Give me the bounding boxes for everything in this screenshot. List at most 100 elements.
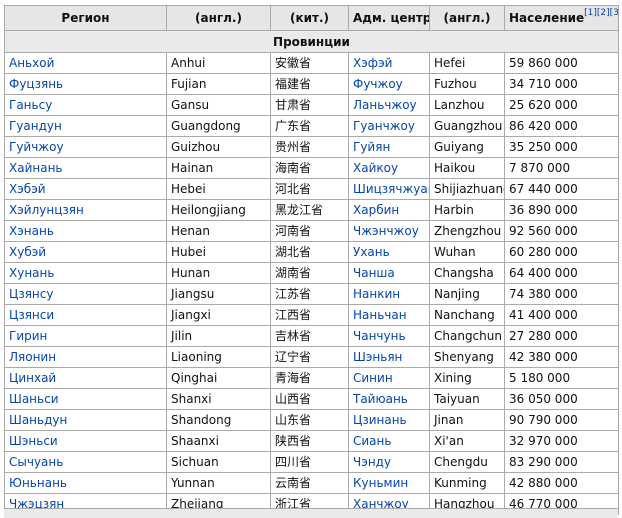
region-link[interactable]: Аньхой bbox=[9, 56, 54, 70]
capital-link-cell: Гуанчжоу bbox=[348, 115, 430, 137]
capital-english: Haikou bbox=[434, 161, 476, 175]
capital-link[interactable]: Чжэнчжоу bbox=[353, 224, 419, 238]
region-chinese-cell: 黑龙江省 bbox=[270, 199, 349, 221]
population-value: 25 620 000 bbox=[509, 98, 578, 112]
population-value-cell: 42 380 000 bbox=[504, 346, 619, 368]
population-value-cell: 83 290 000 bbox=[504, 451, 619, 473]
capital-link[interactable]: Тайюань bbox=[353, 392, 408, 406]
capital-link[interactable]: Чанша bbox=[353, 266, 395, 280]
region-link[interactable]: Ганьсу bbox=[9, 98, 52, 112]
region-link[interactable]: Шэньси bbox=[9, 434, 58, 448]
population-value-cell: 35 250 000 bbox=[504, 136, 619, 158]
region-link[interactable]: Цзянси bbox=[9, 308, 54, 322]
table-row: Гуйчжоу Guizhou 贵州省 Гуйян Guiyang 35 250 000 bbox=[4, 136, 619, 158]
capital-link-cell: Ухань bbox=[348, 241, 430, 263]
capital-link[interactable]: Куньмин bbox=[353, 476, 408, 490]
population-value-cell: 32 970 000 bbox=[504, 430, 619, 452]
capital-link-cell: Сиань bbox=[348, 430, 430, 452]
capital-link[interactable]: Гуйян bbox=[353, 140, 390, 154]
region-english-cell: Guangdong bbox=[166, 115, 271, 137]
region-link-cell: Цинхай bbox=[4, 367, 167, 389]
population-value: 5 180 000 bbox=[509, 371, 571, 385]
capital-link[interactable]: Синин bbox=[353, 371, 393, 385]
region-link[interactable]: Цинхай bbox=[9, 371, 56, 385]
capital-english: Zhengzhou bbox=[434, 224, 502, 238]
population-value: 60 280 000 bbox=[509, 245, 578, 259]
capital-link[interactable]: Ухань bbox=[353, 245, 390, 259]
region-link[interactable]: Шаньдун bbox=[9, 413, 67, 427]
region-link[interactable]: Гуандун bbox=[9, 119, 62, 133]
region-chinese: 安徽省 bbox=[275, 56, 312, 70]
capital-english: Kunming bbox=[434, 476, 487, 490]
region-link[interactable]: Юньнань bbox=[9, 476, 67, 490]
region-link[interactable]: Хайнань bbox=[9, 161, 63, 175]
region-link-cell: Сычуань bbox=[4, 451, 167, 473]
region-link[interactable]: Гирин bbox=[9, 329, 47, 343]
table-row: Хайнань Hainan 海南省 Хайкоу Haikou 7 870 000 bbox=[4, 157, 619, 179]
capital-link[interactable]: Нанкин bbox=[353, 287, 400, 301]
population-value-cell: 90 790 000 bbox=[504, 409, 619, 431]
capital-english-cell: Changsha bbox=[429, 262, 505, 284]
capital-link[interactable]: Харбин bbox=[353, 203, 399, 217]
region-english: Shaanxi bbox=[171, 434, 219, 448]
capital-link[interactable]: Шицзячжуан bbox=[353, 182, 429, 196]
capital-link[interactable]: Сиань bbox=[353, 434, 391, 448]
population-value: 41 400 000 bbox=[509, 308, 578, 322]
region-link[interactable]: Ляонин bbox=[9, 350, 56, 364]
capital-link[interactable]: Хэфэй bbox=[353, 56, 392, 70]
capital-english: Xi'an bbox=[434, 434, 464, 448]
table-row: Хэнань Henan 河南省 Чжэнчжоу Zhengzhou 92 560 00… bbox=[4, 220, 619, 242]
region-english-cell: Guizhou bbox=[166, 136, 271, 158]
region-english: Yunnan bbox=[171, 476, 215, 490]
region-english: Hebei bbox=[171, 182, 206, 196]
ref-link-1[interactable]: [1] bbox=[584, 8, 597, 18]
region-link[interactable]: Цзянсу bbox=[9, 287, 53, 301]
population-value-cell: 59 860 000 bbox=[504, 52, 619, 74]
region-link[interactable]: Гуйчжоу bbox=[9, 140, 64, 154]
population-value: 86 420 000 bbox=[509, 119, 578, 133]
region-link[interactable]: Фуцзянь bbox=[9, 77, 63, 91]
capital-link[interactable]: Чэнду bbox=[353, 455, 391, 469]
region-chinese: 广东省 bbox=[275, 119, 312, 133]
capital-english: Changsha bbox=[434, 266, 494, 280]
table-row: Шаньдун Shandong 山东省 Цзинань Jinan 90 790 000 bbox=[4, 409, 619, 431]
capital-link[interactable]: Ланьчжоу bbox=[353, 98, 417, 112]
capital-link[interactable]: Цзинань bbox=[353, 413, 407, 427]
capital-link[interactable]: Шэньян bbox=[353, 350, 402, 364]
region-link[interactable]: Хэбэй bbox=[9, 182, 46, 196]
capital-link[interactable]: Хайкоу bbox=[353, 161, 398, 175]
region-english: Gansu bbox=[171, 98, 210, 112]
population-value: 90 790 000 bbox=[509, 413, 578, 427]
region-chinese-cell: 陕西省 bbox=[270, 430, 349, 452]
capital-link-cell: Наньчан bbox=[348, 304, 430, 326]
population-value: 35 250 000 bbox=[509, 140, 578, 154]
region-chinese-cell: 湖北省 bbox=[270, 241, 349, 263]
population-value-cell: 34 710 000 bbox=[504, 73, 619, 95]
region-link[interactable]: Хэйлунцзян bbox=[9, 203, 84, 217]
region-link[interactable]: Хэнань bbox=[9, 224, 54, 238]
region-english: Liaoning bbox=[171, 350, 222, 364]
capital-english-cell: Lanzhou bbox=[429, 94, 505, 116]
capital-link-cell: Фучжоу bbox=[348, 73, 430, 95]
region-english: Shandong bbox=[171, 413, 232, 427]
region-link[interactable]: Шаньси bbox=[9, 392, 59, 406]
table-row: Фуцзянь Fujian 福建省 Фучжоу Fuzhou 34 710 000 bbox=[4, 73, 619, 95]
capital-link[interactable]: Чанчунь bbox=[353, 329, 406, 343]
ref-link-3[interactable]: [3] bbox=[610, 8, 618, 18]
capital-link-cell: Гуйян bbox=[348, 136, 430, 158]
region-link[interactable]: Хубэй bbox=[9, 245, 46, 259]
region-chinese: 山东省 bbox=[275, 413, 312, 427]
region-chinese-cell: 山东省 bbox=[270, 409, 349, 431]
capital-english-cell: Nanchang bbox=[429, 304, 505, 326]
region-chinese: 海南省 bbox=[275, 161, 312, 175]
region-link[interactable]: Сычуань bbox=[9, 455, 63, 469]
capital-link[interactable]: Наньчан bbox=[353, 308, 407, 322]
region-english: Hunan bbox=[171, 266, 211, 280]
capital-link[interactable]: Гуанчжоу bbox=[353, 119, 415, 133]
region-chinese-cell: 云南省 bbox=[270, 472, 349, 494]
capital-link[interactable]: Фучжоу bbox=[353, 77, 403, 91]
population-value: 64 400 000 bbox=[509, 266, 578, 280]
region-link[interactable]: Хунань bbox=[9, 266, 54, 280]
capital-english: Jinan bbox=[434, 413, 464, 427]
ref-link-2[interactable]: [2] bbox=[597, 8, 610, 18]
